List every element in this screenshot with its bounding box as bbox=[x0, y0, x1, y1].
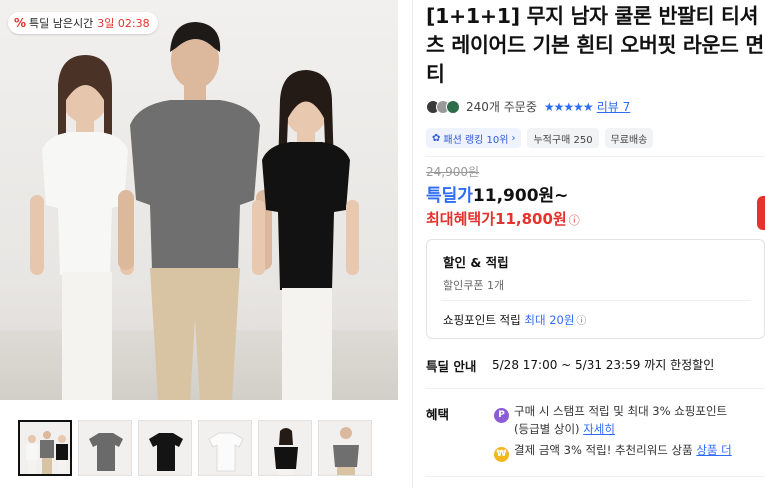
deal-guide-value: 5/28 17:00 ~ 5/31 23:59 까지 한정할인 bbox=[492, 358, 715, 372]
rating-stars-icon: ★★★★★ bbox=[543, 99, 594, 114]
info-icon[interactable]: ⓘ bbox=[569, 214, 580, 227]
order-review-row: 240개 주문중 ★★★★★ 리뷰 7 bbox=[426, 98, 630, 115]
benefit-stamp-sub: (등급별 상이) 자세히 bbox=[514, 421, 615, 438]
thumbnail-1[interactable] bbox=[18, 420, 72, 476]
side-coupon-tab[interactable] bbox=[757, 196, 765, 230]
order-count: 240개 주문중 bbox=[466, 100, 537, 114]
avatar bbox=[446, 99, 460, 114]
column-divider bbox=[412, 0, 413, 488]
divider bbox=[426, 476, 765, 477]
thumbnail-6[interactable] bbox=[318, 420, 372, 476]
benefit-stamp-row: P 구매 시 스탬프 적립 및 최대 3% 쇼핑포인트 bbox=[494, 403, 727, 423]
won-coin-icon: ₩ bbox=[494, 447, 509, 462]
deal-guide-label: 특딜 안내 bbox=[426, 359, 477, 374]
thumbnail-2[interactable] bbox=[78, 420, 132, 476]
deal-guide-row: 특딜 안내 5/28 17:00 ~ 5/31 23:59 까지 한정할인 bbox=[426, 356, 714, 375]
product-chips: ✿ 패션 랭킹 10위 › 누적구매 250 무료배송 bbox=[426, 128, 654, 148]
benefit-stamp-text: 구매 시 스탬프 적립 및 최대 3% 쇼핑포인트 bbox=[514, 404, 728, 418]
product-info-panel: [1+1+1] 무지 남자 쿨론 반팔티 티셔츠 레이어드 기본 흰티 오버핏 … bbox=[426, 0, 765, 488]
percent-icon: % bbox=[14, 16, 27, 30]
models-illustration bbox=[30, 22, 359, 400]
timer-label: 특딜 남은시간 bbox=[29, 17, 94, 30]
chevron-right-icon: › bbox=[511, 132, 516, 144]
benefit-reward-text: 결제 금액 3% 적립! 추천리워드 상품 bbox=[514, 443, 693, 457]
model-center-gray-tee bbox=[118, 22, 272, 400]
points-label: 쇼핑포인트 적립 bbox=[443, 313, 521, 327]
max-benefit-label: 최대혜택가 bbox=[426, 210, 496, 228]
divider bbox=[426, 156, 765, 157]
benefit-reward-row: ₩ 결제 금액 3% 적립! 추천리워드 상품 상품 더 bbox=[494, 442, 732, 462]
product-main-image[interactable]: % 특딜 남은시간 3일 02:38 bbox=[0, 0, 398, 400]
divider bbox=[441, 300, 750, 301]
points-p-icon: P bbox=[494, 408, 509, 423]
timer-value: 3일 02:38 bbox=[97, 17, 150, 30]
buyer-avatars bbox=[426, 99, 460, 114]
review-link[interactable]: 리뷰 7 bbox=[597, 98, 631, 115]
ranking-gear-icon: ✿ bbox=[432, 132, 441, 144]
points-value: 최대 20원 bbox=[524, 313, 575, 327]
deal-timer-badge: % 특딜 남은시간 3일 02:38 bbox=[8, 12, 158, 34]
benefits-label: 혜택 bbox=[426, 407, 450, 422]
cumulative-purchase-chip: 누적구매 250 bbox=[527, 128, 599, 148]
more-products-link[interactable]: 상품 더 bbox=[696, 443, 731, 457]
discount-heading: 할인 & 적립 bbox=[443, 255, 509, 270]
deal-price-row: 특딜가11,900원~ bbox=[426, 181, 568, 206]
details-link[interactable]: 자세히 bbox=[583, 422, 615, 436]
deal-price: 11,900원~ bbox=[472, 186, 569, 206]
benefit-stamp-sub-text: (등급별 상이) bbox=[514, 422, 580, 436]
coupon-count[interactable]: 할인쿠폰 1개 bbox=[443, 277, 504, 293]
max-benefit-row: 최대혜택가11,800원 ⓘ bbox=[426, 208, 580, 229]
product-title: [1+1+1] 무지 남자 쿨론 반팔티 티셔츠 레이어드 기본 흰티 오버핏 … bbox=[426, 4, 764, 86]
discount-points-box: 할인 & 적립 할인쿠폰 1개 쇼핑포인트 적립 최대 20원 ⓘ bbox=[426, 239, 765, 339]
thumbnail-4[interactable] bbox=[198, 420, 252, 476]
thumbnail-3[interactable] bbox=[138, 420, 192, 476]
deal-price-label: 특딜가 bbox=[426, 186, 473, 206]
thumbnail-5[interactable] bbox=[258, 420, 312, 476]
fashion-ranking-chip[interactable]: ✿ 패션 랭킹 10위 › bbox=[426, 128, 522, 148]
thumbnail-strip bbox=[18, 420, 372, 476]
original-price: 24,900원 bbox=[426, 165, 480, 179]
ranking-chip-label: 패션 랭킹 10위 bbox=[443, 134, 509, 146]
shopping-points-row: 쇼핑포인트 적립 최대 20원 ⓘ bbox=[443, 312, 586, 328]
info-icon[interactable]: ⓘ bbox=[576, 316, 586, 327]
free-shipping-chip: 무료배송 bbox=[604, 128, 654, 148]
divider bbox=[426, 388, 765, 389]
max-benefit-price: 11,800원 bbox=[495, 210, 567, 228]
